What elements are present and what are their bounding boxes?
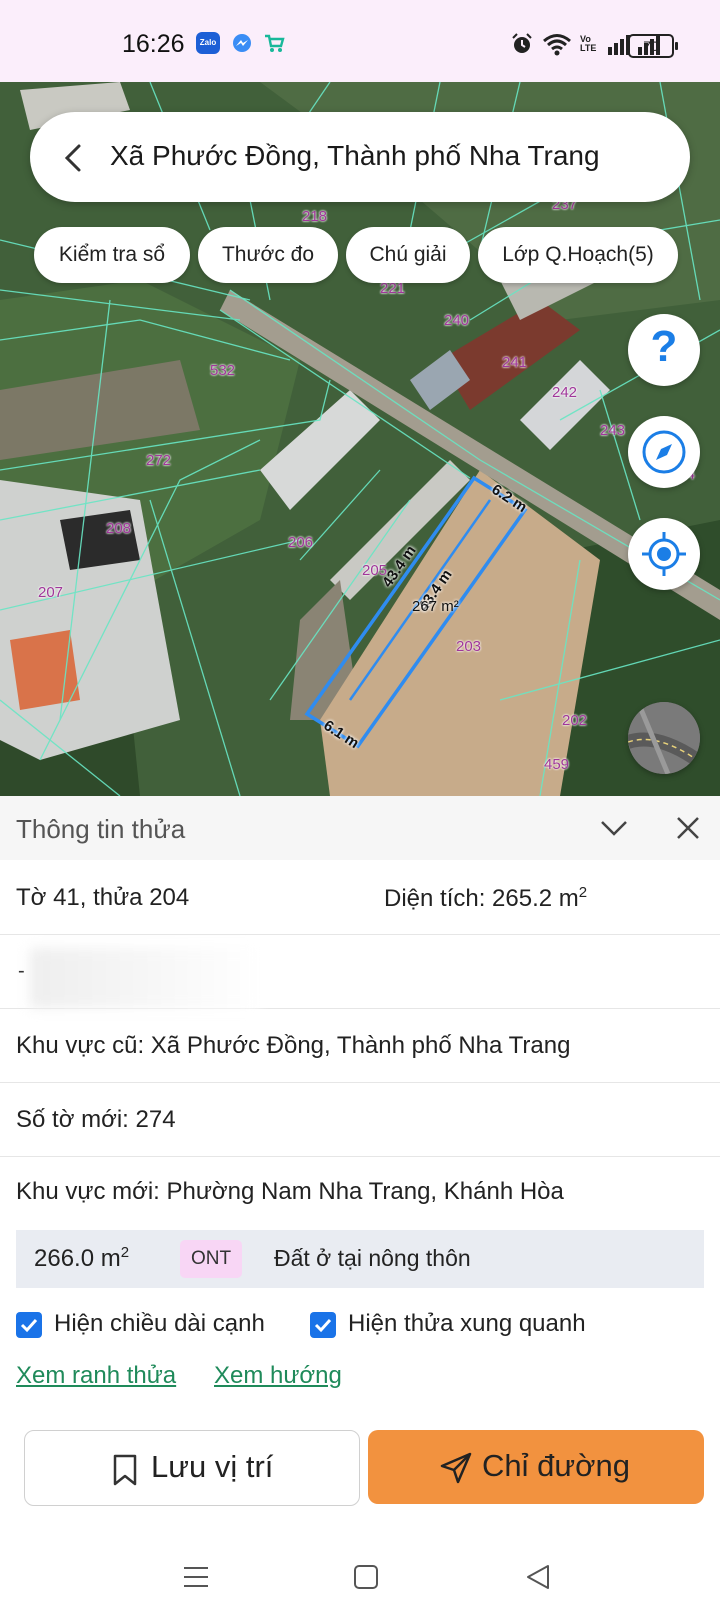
system-nav-bar: [0, 1540, 720, 1612]
parcel-number[interactable]: 241: [502, 354, 527, 371]
compass-icon: [642, 430, 686, 474]
battery-icon: 70: [628, 34, 678, 58]
messenger-icon: [230, 32, 254, 54]
alarm-icon: [512, 33, 532, 53]
parcel-number[interactable]: 243: [600, 422, 625, 439]
back-icon[interactable]: [54, 138, 94, 178]
new-area: Khu vực mới: Phường Nam Nha Trang, Khánh…: [16, 1178, 564, 1205]
send-icon: [440, 1452, 472, 1484]
land-use-row: 266.0 m2 ONT Đất ở tại nông thôn: [16, 1230, 704, 1288]
plan-area: 266.0 m2: [34, 1244, 130, 1272]
old-area-row: Khu vực cũ: Xã Phước Đồng, Thành phố Nha…: [0, 1008, 720, 1083]
show-edge-length-checkbox[interactable]: [16, 1312, 42, 1338]
panel-title: Thông tin thửa: [16, 814, 186, 844]
locate-icon: [642, 532, 686, 576]
parcel-number[interactable]: 218: [302, 208, 327, 225]
help-icon: ?: [650, 322, 678, 371]
chip-check-book[interactable]: Kiểm tra sổ: [34, 227, 190, 283]
parcel-number[interactable]: 202: [562, 712, 587, 729]
save-location-button[interactable]: Lưu vị trí: [24, 1430, 360, 1506]
save-location-label: Lưu vị trí: [151, 1449, 274, 1484]
menu-icon[interactable]: [181, 1564, 211, 1590]
new-area-row: Khu vực mới: Phường Nam Nha Trang, Khánh…: [0, 1156, 720, 1230]
sheet-parcel: Tờ 41, thửa 204: [16, 884, 190, 911]
chevron-down-icon[interactable]: [598, 812, 630, 844]
old-area: Khu vực cũ: Xã Phước Đồng, Thành phố Nha…: [16, 1032, 571, 1059]
map-layer-thumbnail-icon: [628, 702, 700, 774]
view-boundary-link[interactable]: Xem ranh thửa: [16, 1362, 176, 1390]
my-location-button[interactable]: [628, 518, 700, 590]
check-icon: [314, 1318, 332, 1333]
show-edge-length-label[interactable]: Hiện chiều dài cạnh: [54, 1310, 265, 1338]
parcel-id-row: Tờ 41, thửa 204 Diện tích: 265.2 m2: [0, 860, 720, 935]
land-use-description: Đất ở tại nông thôn: [274, 1245, 471, 1271]
check-icon: [20, 1318, 38, 1333]
parcel-number[interactable]: 203: [456, 638, 481, 655]
new-sheet-row: Số tờ mới: 274: [0, 1082, 720, 1157]
redacted-text: [30, 948, 260, 1008]
chip-planning-layers[interactable]: Lớp Q.Hoạch(5): [478, 227, 678, 283]
area-value: Diện tích: 265.2 m2: [384, 884, 588, 912]
map-layer-button[interactable]: [628, 702, 700, 774]
parcel-number[interactable]: 242: [552, 384, 577, 401]
home-icon[interactable]: [352, 1563, 380, 1591]
new-sheet: Số tờ mới: 274: [16, 1106, 176, 1133]
parcel-number[interactable]: 207: [38, 584, 63, 601]
view-direction-link[interactable]: Xem hướng: [214, 1362, 342, 1390]
back-nav-icon[interactable]: [524, 1563, 552, 1591]
parcel-number[interactable]: 272: [146, 452, 171, 469]
close-icon[interactable]: [674, 814, 702, 842]
directions-label: Chỉ đường: [482, 1448, 630, 1483]
shopping-icon: [262, 32, 286, 54]
parcel-number[interactable]: 532: [210, 362, 235, 379]
directions-button[interactable]: Chỉ đường: [368, 1430, 704, 1504]
show-neighbors-checkbox[interactable]: [310, 1312, 336, 1338]
parcel-info-header: Thông tin thửa: [0, 796, 720, 860]
area-label: 267 m²: [412, 598, 459, 615]
search-bar[interactable]: Xã Phước Đồng, Thành phố Nha Trang: [30, 112, 690, 202]
location-title: Xã Phước Đồng, Thành phố Nha Trang: [110, 140, 600, 171]
parcel-number[interactable]: 206: [288, 534, 313, 551]
status-bar: 16:26 Zalo Vo LTE 70: [0, 0, 720, 82]
volte-label: Vo LTE: [580, 34, 597, 53]
status-time: 16:26: [122, 30, 185, 58]
parcel-number[interactable]: 459: [544, 756, 569, 773]
land-code-badge: ONT: [180, 1240, 242, 1278]
show-neighbors-label[interactable]: Hiện thửa xung quanh: [348, 1310, 586, 1338]
wifi-icon: [543, 34, 571, 56]
compass-button[interactable]: [628, 416, 700, 488]
signal-icon: [608, 33, 630, 55]
parcel-number[interactable]: 240: [444, 312, 469, 329]
help-button[interactable]: ?: [628, 314, 700, 386]
owner-row: -: [0, 934, 720, 1009]
zalo-icon: Zalo: [196, 32, 220, 54]
parcel-number[interactable]: 208: [106, 520, 131, 537]
chip-legend[interactable]: Chú giải: [346, 227, 470, 283]
chip-ruler[interactable]: Thước đo: [198, 227, 338, 283]
dash-mark: -: [18, 960, 25, 982]
bookmark-icon: [113, 1454, 137, 1486]
